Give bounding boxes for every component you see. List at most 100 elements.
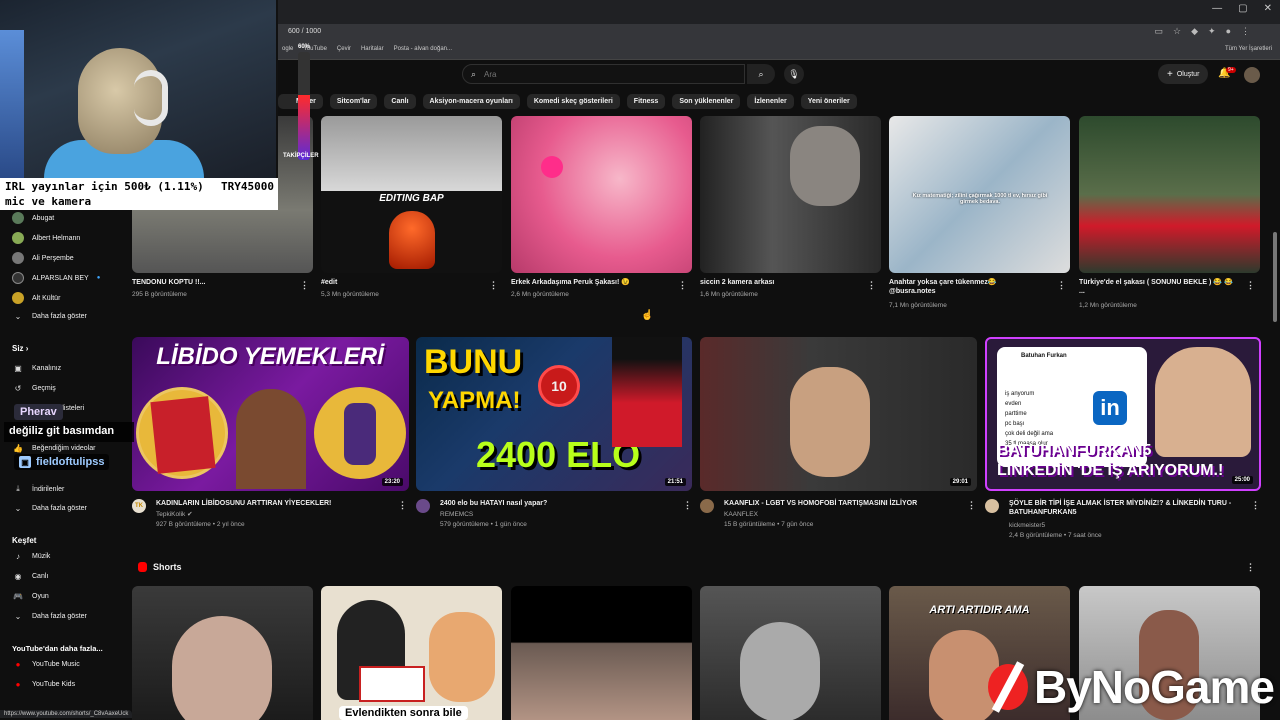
- short-caption: Evlendikten sonra bile: [339, 706, 468, 720]
- browser-toolbar-icons: ▭ ☆ ◆ ✦ ● ⋮: [1155, 26, 1251, 37]
- channel-name[interactable]: KAANFLEX: [724, 510, 758, 519]
- menu-icon[interactable]: ⋮: [1241, 26, 1250, 37]
- extension-icon[interactable]: ◆: [1191, 26, 1198, 37]
- more-options-icon[interactable]: ⋮: [867, 280, 876, 291]
- more-options-icon[interactable]: ⋮: [300, 280, 309, 291]
- chip[interactable]: Canlı: [384, 94, 416, 109]
- channel-name[interactable]: kickmeister5: [1009, 521, 1045, 530]
- status-url: https://www.youtube.com/shorts/_C8vAaxeU…: [0, 710, 133, 718]
- channel-avatar[interactable]: [700, 499, 714, 513]
- minimize-icon[interactable]: —: [1212, 3, 1222, 14]
- webcam-overlay: [0, 0, 278, 178]
- star-icon[interactable]: ☆: [1173, 26, 1181, 37]
- search-button[interactable]: ⌕: [747, 64, 775, 84]
- video-title[interactable]: 2400 elo bu HATAYI nasıl yapar?: [440, 499, 670, 508]
- sidebar-item-gaming[interactable]: 🎮 Oyun: [12, 592, 49, 601]
- more-options-icon[interactable]: ⋮: [967, 500, 976, 511]
- thumb-overlay-text: LİBİDO YEMEKLERİ: [156, 343, 384, 370]
- sidebar-subscription[interactable]: Abugat: [12, 212, 54, 224]
- avatar[interactable]: [1244, 67, 1260, 83]
- video-title[interactable]: siccin 2 kamera arkası: [700, 278, 860, 287]
- scrollbar[interactable]: [1273, 232, 1277, 322]
- video-thumbnail[interactable]: Batuhan Furkan iş anyorum evden parttime…: [985, 337, 1261, 491]
- search-input[interactable]: [484, 69, 685, 79]
- chip[interactable]: Komedi skeç gösterileri: [526, 94, 620, 109]
- more-options-icon[interactable]: ⋮: [678, 280, 687, 291]
- maximize-icon[interactable]: ▢: [1238, 3, 1247, 14]
- video-title[interactable]: #edit: [321, 278, 481, 287]
- video-title[interactable]: Türkiye'de el şakası ( SONUNU BEKLE ) 😂 …: [1079, 278, 1234, 297]
- chip[interactable]: Son yüklenenler: [672, 94, 741, 109]
- sidebar-item-live[interactable]: ◉ Canlı: [12, 572, 49, 581]
- video-thumbnail[interactable]: LİBİDO YEMEKLERİ 23:20: [132, 337, 409, 491]
- bookmark[interactable]: ogle: [282, 46, 293, 52]
- video-duration: 25:00: [1231, 476, 1253, 484]
- video-duration: 21:51: [664, 478, 686, 486]
- sidebar-subscription[interactable]: Albert Helmann: [12, 232, 80, 244]
- more-options-icon[interactable]: ⋮: [398, 500, 407, 511]
- video-thumbnail[interactable]: BUNU YAPMA! 2400 ELO 10 21:51: [416, 337, 692, 491]
- video-thumbnail[interactable]: [700, 116, 881, 273]
- sidebar-item-yt-music[interactable]: ● YouTube Music: [12, 660, 80, 669]
- more-options-icon[interactable]: ⋮: [1251, 500, 1260, 511]
- bookmark[interactable]: Posta - alvan doğan...: [394, 46, 452, 52]
- sidebar-show-more[interactable]: ⌄ Daha fazla göster: [12, 612, 87, 621]
- sidebar-item-music[interactable]: ♪ Müzik: [12, 552, 50, 561]
- sidebar-item-channel[interactable]: ▣ Kanalınız: [12, 364, 61, 373]
- channel-name[interactable]: TepkiKolik ✔: [156, 510, 193, 519]
- chip[interactable]: Aksiyon-macera oyunları: [422, 94, 520, 109]
- follower-goal-bar: [298, 52, 310, 160]
- sidebar-item-yt-kids[interactable]: ● YouTube Kids: [12, 680, 76, 689]
- chip[interactable]: Fitness: [626, 94, 666, 109]
- channel-avatar: [12, 252, 24, 264]
- card-name: Batuhan Furkan: [1021, 353, 1067, 359]
- more-options-icon[interactable]: ⋮: [1246, 562, 1255, 573]
- profile-icon[interactable]: ●: [1226, 26, 1231, 37]
- chip[interactable]: Sitcom'lar: [329, 94, 378, 109]
- sidebar-show-more[interactable]: ⌄ Daha fazla göster: [12, 312, 87, 321]
- cast-icon[interactable]: ▭: [1155, 26, 1164, 37]
- video-title[interactable]: TENDONU KOPTU !!...: [132, 278, 292, 287]
- channel-avatar[interactable]: TK: [132, 499, 146, 513]
- video-thumbnail[interactable]: Kız matematiği; zilini çağırmak 1000 tl …: [889, 116, 1070, 273]
- search-bar[interactable]: ⌕: [462, 64, 745, 84]
- chip[interactable]: İzlenenler: [747, 94, 794, 109]
- more-options-icon[interactable]: ⋮: [489, 280, 498, 291]
- video-title[interactable]: KAANFLIX - LGBT VS HOMOFOBİ TARTIŞMASINI…: [724, 499, 959, 508]
- video-title[interactable]: Erkek Arkadaşıma Peruk Şakası! 😉: [511, 278, 671, 287]
- video-title[interactable]: Anahtar yoksa çare tükenmez😂 @busra.note…: [889, 278, 1039, 297]
- more-options-icon[interactable]: ⋮: [1246, 280, 1255, 291]
- sidebar-subscription[interactable]: Ali Perşembe: [12, 252, 74, 264]
- channel-avatar[interactable]: [985, 499, 999, 513]
- channel-name[interactable]: REMEMCS: [440, 510, 473, 519]
- linkedin-icon: in: [1093, 391, 1127, 425]
- sidebar-item-downloads[interactable]: ⤓ İndirilenler: [12, 484, 64, 494]
- all-bookmarks[interactable]: Tüm Yer İşaretleri: [1225, 46, 1272, 52]
- video-thumbnail[interactable]: [511, 116, 692, 273]
- channel-avatar[interactable]: [416, 499, 430, 513]
- create-button[interactable]: + Oluştur: [1158, 64, 1209, 84]
- sidebar-item-history[interactable]: ↺ Geçmiş: [12, 384, 56, 393]
- video-thumbnail[interactable]: 29:01: [700, 337, 977, 491]
- short-thumbnail[interactable]: [132, 586, 313, 720]
- video-title[interactable]: KADINLARIN LİBİDOSUNU ARTTIRAN YİYECEKLE…: [156, 499, 386, 508]
- voice-search-button[interactable]: 🎙: [784, 64, 804, 84]
- bookmark[interactable]: Çevir: [337, 46, 351, 52]
- sidebar-subscription[interactable]: ALPARSLAN BEY ●: [12, 272, 100, 284]
- bookmark[interactable]: Haritalar: [361, 46, 384, 52]
- video-thumbnail[interactable]: [1079, 116, 1260, 273]
- short-thumbnail[interactable]: [700, 586, 881, 720]
- short-thumbnail[interactable]: Evlendikten sonra bile: [321, 586, 502, 720]
- puzzle-icon[interactable]: ✦: [1208, 26, 1216, 37]
- close-icon[interactable]: ✕: [1264, 3, 1272, 14]
- chip[interactable]: Yeni öneriler: [800, 94, 857, 109]
- sidebar-item-liked[interactable]: 👍 Beğendiğim videolar: [12, 444, 95, 453]
- more-options-icon[interactable]: ⋮: [683, 500, 692, 511]
- sidebar-show-more[interactable]: ⌄ Daha fazla göster: [12, 504, 87, 513]
- sidebar-subscription[interactable]: Alt Kültür: [12, 292, 60, 304]
- video-title[interactable]: ŞÖYLE BİR TİPİ İŞE ALMAK İSTER MİYDİNİZ!…: [1009, 499, 1249, 518]
- video-thumbnail[interactable]: EDITING BAP: [321, 116, 502, 273]
- short-thumbnail[interactable]: [511, 586, 692, 720]
- sidebar-section-you[interactable]: Siz ›: [12, 344, 28, 353]
- more-options-icon[interactable]: ⋮: [1057, 280, 1066, 291]
